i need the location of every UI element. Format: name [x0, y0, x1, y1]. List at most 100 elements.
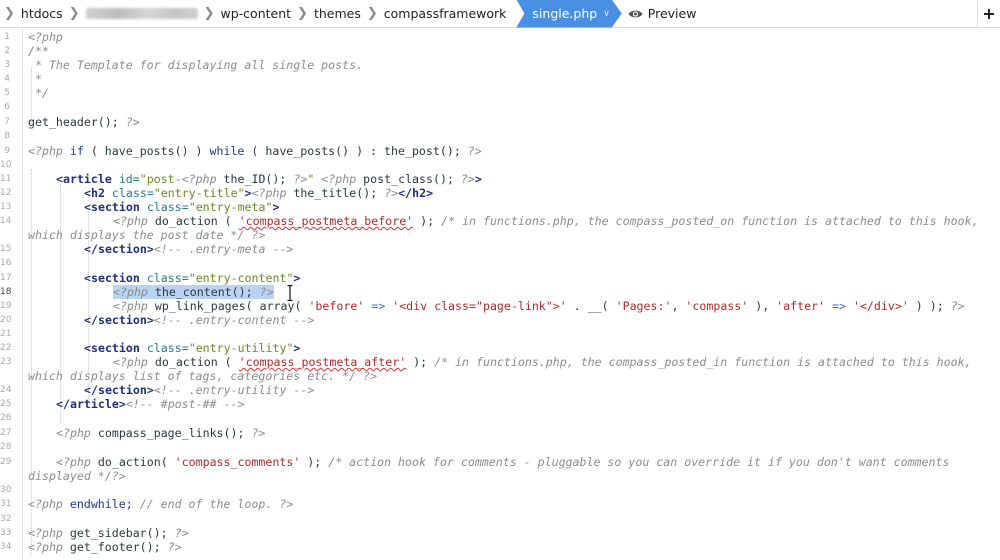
- chevron-right-icon: ❯: [297, 6, 308, 21]
- line-number: 11: [0, 174, 12, 184]
- operator: =>: [364, 299, 393, 313]
- line-number: 33: [0, 528, 12, 538]
- code-line-11: <article id="post-<?php the_ID(); ?>" <?…: [56, 172, 482, 186]
- code-token: get_footer();: [62, 540, 161, 554]
- code-token: the_ID();: [216, 172, 287, 186]
- comment: /* in functions.php, the compass_posted_…: [441, 214, 979, 228]
- php-close-tag: ?>: [118, 115, 140, 129]
- code-line-22: <section class="entry-utility">: [84, 341, 300, 355]
- line-number: 5: [4, 88, 10, 98]
- php-open-tag: <?php: [181, 172, 217, 186]
- comment: /* action hook for comments - pluggable …: [328, 455, 950, 469]
- code-line-29: <?php do_action( 'compass_comments' ); /…: [56, 455, 949, 469]
- chevron-right-icon: ❯: [68, 6, 80, 21]
- active-file-name: single.php: [532, 6, 598, 21]
- html-attr: id=: [111, 172, 140, 186]
- comment: */: [28, 86, 49, 100]
- code-token: . __(: [566, 299, 616, 313]
- chevron-down-icon[interactable]: ∨: [603, 9, 610, 19]
- php-close-tag: ?>: [460, 144, 482, 158]
- code-line-5: */: [28, 86, 49, 100]
- line-number: 14: [0, 216, 12, 226]
- chevron-right-icon: ❯: [4, 6, 15, 21]
- php-open-tag: <?php: [28, 540, 63, 554]
- chevron-right-icon: ❯: [203, 6, 215, 21]
- line-number: 24: [0, 385, 12, 395]
- string-literal: 'compass_comments': [174, 455, 301, 469]
- active-file-tab[interactable]: single.php ∨: [516, 0, 621, 28]
- line-number: 15: [0, 244, 12, 254]
- line-number: 32: [0, 514, 12, 524]
- line-number: 28: [0, 442, 12, 452]
- code-line-7: get_header(); ?>: [28, 115, 140, 129]
- breadcrumb-item-compassframework[interactable]: ❯ compassframework: [361, 0, 507, 28]
- code-line-18: <?php the_content(); ?>: [113, 285, 274, 299]
- html-attr: class=: [139, 271, 189, 285]
- line-number-gutter: 1 2 3 4 5 6 7 8 9 10 11 12 13 14 15 16 17 18 19 20 21 22 23 24 2…: [0, 28, 23, 560]
- preview-button[interactable]: Preview: [628, 6, 696, 21]
- code-token: );: [300, 455, 329, 469]
- php-open-tag: <?php: [28, 526, 63, 540]
- attr-value: "entry-content": [188, 271, 294, 285]
- code-token: the_title();: [286, 186, 378, 200]
- html-tag: <section: [84, 341, 140, 355]
- line-number: 29: [0, 457, 12, 467]
- line-number: 31: [0, 499, 12, 509]
- code-token: ,: [671, 299, 686, 313]
- comment: displayed */?>: [28, 469, 126, 483]
- comment: /* in functions.php, the compass_posted_…: [434, 355, 972, 369]
- line-number: 27: [0, 428, 12, 438]
- html-tag: <section: [84, 271, 140, 285]
- php-open-tag: <?php: [56, 455, 91, 469]
- code-line-4: *: [28, 72, 42, 86]
- code-line-19: <?php wp_link_pages( array( 'before' => …: [113, 299, 965, 313]
- breadcrumb-label: compassframework: [383, 6, 507, 21]
- code-line-14: <?php do_action ( 'compass_postmeta_befo…: [113, 214, 979, 228]
- line-number: 18: [0, 287, 12, 297]
- string-literal: 'compass': [685, 299, 749, 313]
- php-open-tag: <?php: [113, 299, 148, 313]
- code-editor[interactable]: 1 2 3 4 5 6 7 8 9 10 11 12 13 14 15 16 17 18 19 20 21 22 23 24 2…: [0, 28, 1000, 560]
- add-tab-button[interactable]: +: [977, 0, 1000, 27]
- attr-value: "entry-title": [153, 186, 245, 200]
- html-tag: </section>: [84, 242, 154, 256]
- attr-value: "post-: [139, 172, 182, 186]
- comment: which displays list of tags, categories …: [28, 369, 378, 383]
- code-token: compass_page_links();: [90, 426, 245, 440]
- breadcrumb-item-themes[interactable]: ❯ themes: [291, 0, 361, 28]
- php-close-tag: ?>: [244, 426, 266, 440]
- php-close-tag: ?>: [453, 172, 475, 186]
- line-number: 8: [4, 131, 10, 141]
- operator: =>: [825, 299, 853, 313]
- code-token: );: [406, 355, 435, 369]
- php-close-tag: ?>: [252, 285, 274, 299]
- code-line-34: <?php get_footer(); ?>: [28, 540, 182, 554]
- php-open-tag: <?php: [28, 30, 63, 44]
- breadcrumb-item-wp-content[interactable]: ❯ wp-content: [198, 0, 291, 28]
- string-literal: 'before': [308, 299, 365, 313]
- string-literal: 'Pages:': [615, 299, 672, 313]
- line-number: 1: [4, 32, 10, 42]
- html-tag: <h2: [84, 186, 105, 200]
- code-line-1: <?php: [28, 30, 63, 44]
- line-number: 26: [0, 413, 12, 423]
- code-line-13: <section class="entry-meta">: [84, 200, 279, 214]
- php-open-tag: <?php: [113, 355, 148, 369]
- string-literal-spellcheck: 'compass_postmeta_before': [238, 214, 414, 228]
- breadcrumb-label: wp-content: [220, 6, 292, 21]
- line-number: 10: [0, 160, 12, 170]
- code-token: ( have_posts() ): [83, 144, 203, 158]
- breadcrumb-item-htdocs[interactable]: ❯ htdocs: [0, 0, 63, 28]
- breadcrumb-item-redacted[interactable]: ❯: [63, 0, 198, 28]
- code-line-33: <?php get_sidebar(); ?>: [28, 526, 189, 540]
- line-number: 3: [4, 60, 10, 70]
- text-selection[interactable]: <?php the_content(); ?>: [113, 285, 274, 299]
- eye-icon: [628, 10, 643, 17]
- html-comment: <!-- .entry-meta -->: [153, 242, 294, 256]
- line-number: 30: [0, 485, 12, 495]
- line-number: 6: [4, 102, 10, 112]
- code-line-31: <?php endwhile; // end of the loop. ?>: [28, 497, 293, 511]
- code-line-17: <section class="entry-content">: [84, 271, 300, 285]
- php-open-tag: <?php: [113, 285, 148, 299]
- code-token: the_content();: [147, 285, 253, 299]
